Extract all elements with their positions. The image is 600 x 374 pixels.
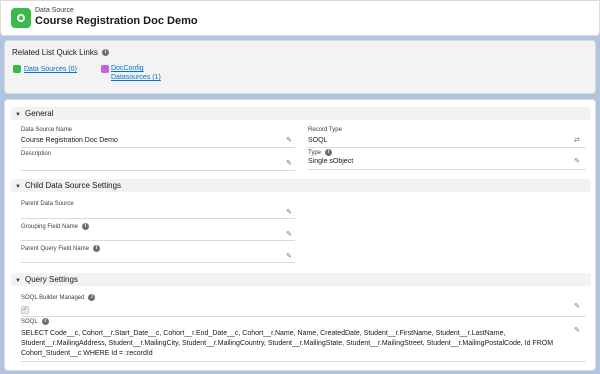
data-sources-icon — [13, 65, 21, 73]
section-title: General — [25, 109, 54, 118]
data-source-name-label: Data Source Name — [21, 127, 73, 133]
edit-pencil-icon[interactable]: ✎ — [286, 252, 292, 260]
edit-pencil-icon[interactable]: ✎ — [286, 208, 292, 216]
description-label: Description — [21, 151, 52, 157]
soql-builder-managed-checkbox: ✓ — [21, 306, 29, 314]
record-detail: ▼ General Data Source Name Course Registr… — [4, 99, 596, 371]
related-list-quick-links: Related List Quick Links i Data Sources (… — [4, 40, 596, 94]
data-source-icon — [11, 8, 31, 28]
section-title: Query Settings — [25, 275, 78, 284]
chevron-down-icon[interactable]: ▼ — [11, 275, 25, 288]
edit-pencil-icon[interactable]: ✎ — [286, 159, 292, 167]
change-record-type-icon[interactable]: ⇄ — [574, 136, 580, 144]
edit-pencil-icon[interactable]: ✎ — [574, 326, 580, 334]
object-label: Data Source — [35, 7, 74, 14]
record-type-label: Record Type — [308, 127, 342, 133]
edit-pencil-icon[interactable]: ✎ — [286, 230, 292, 238]
grouping-field-name-label: Grouping Field Name — [21, 224, 79, 231]
section-title: Child Data Source Settings — [25, 181, 122, 190]
soql-value: SELECT Code__c, Cohort__r.Start_Date__c,… — [21, 330, 554, 357]
section-child-data-source-settings[interactable]: ▼ Child Data Source Settings — [11, 179, 591, 192]
edit-pencil-icon[interactable]: ✎ — [286, 136, 292, 144]
chevron-down-icon[interactable]: ▼ — [11, 181, 25, 194]
data-source-name-value: Course Registration Doc Demo — [21, 137, 118, 144]
parent-query-field-name-label: Parent Query Field Name — [21, 246, 90, 253]
info-icon[interactable]: i — [82, 223, 90, 230]
section-general[interactable]: ▼ General — [11, 107, 591, 120]
edit-pencil-icon[interactable]: ✎ — [574, 302, 580, 310]
docconfig-datasources-icon — [101, 65, 109, 73]
section-query-settings[interactable]: ▼ Query Settings — [11, 273, 591, 286]
record-title: Course Registration Doc Demo — [35, 15, 198, 27]
type-label: Type — [308, 150, 322, 157]
info-icon[interactable]: i — [93, 245, 101, 252]
type-value: Single sObject — [308, 158, 354, 165]
info-icon[interactable]: i — [325, 149, 333, 156]
record-type-value: SOQL — [308, 137, 328, 144]
chevron-down-icon[interactable]: ▼ — [11, 109, 25, 122]
info-icon[interactable]: i — [88, 294, 96, 301]
docconfig-datasources-link[interactable]: DocConfig Datasources (1) — [111, 64, 161, 82]
parent-data-source-label: Parent Data Source — [21, 201, 74, 207]
data-sources-link[interactable]: Data Sources (0) — [24, 65, 77, 74]
record-header: Data Source Course Registration Doc Demo — [0, 0, 600, 36]
quick-links-title: Related List Quick Links — [12, 48, 98, 57]
info-icon[interactable]: i — [41, 318, 49, 325]
edit-pencil-icon[interactable]: ✎ — [574, 157, 580, 165]
soql-label: SOQL — [21, 319, 38, 326]
soql-builder-managed-label: SOQL Builder Managed — [21, 295, 85, 302]
info-icon[interactable]: i — [101, 49, 109, 57]
